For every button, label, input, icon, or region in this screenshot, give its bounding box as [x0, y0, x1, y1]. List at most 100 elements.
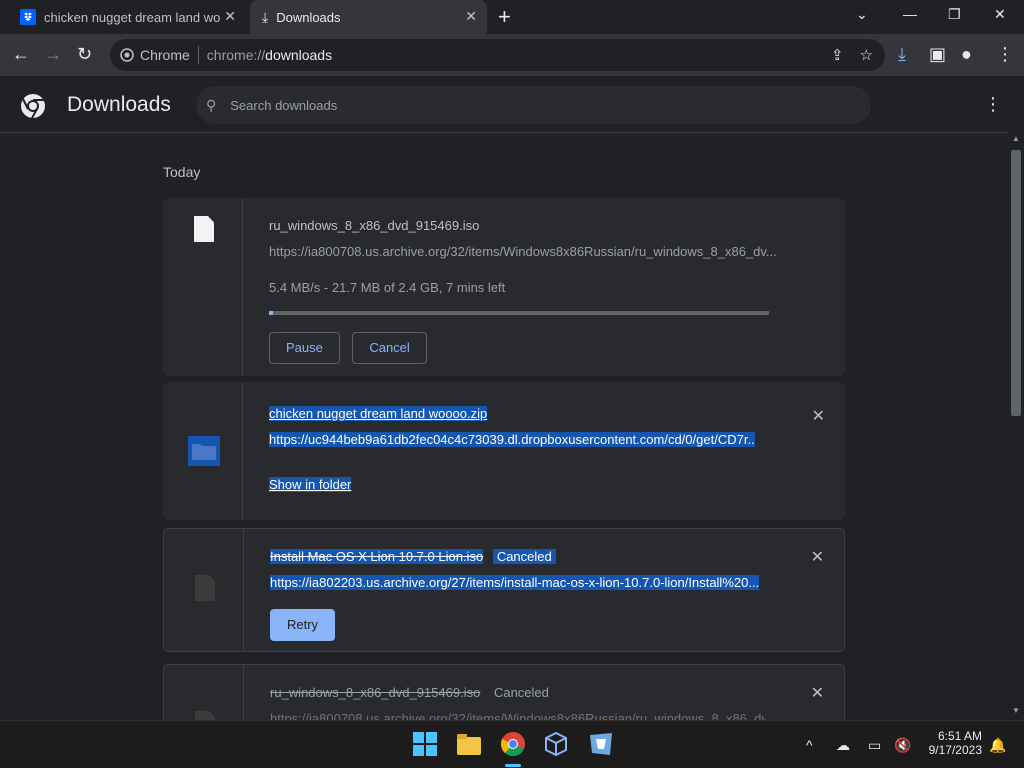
file-name-text[interactable]: ru_windows_8_x86_dvd_915469.iso — [270, 685, 480, 700]
file-icon-area — [164, 529, 244, 651]
scroll-thumb[interactable] — [1011, 150, 1021, 416]
download-item: chicken nugget dream land woooo.zip http… — [163, 382, 845, 520]
browser-menu-icon[interactable]: ⋮ — [996, 44, 1014, 65]
file-name-row: Install Mac OS X Lion 10.7.0 Lion.iso Ca… — [270, 549, 556, 564]
tab-title: Downloads — [276, 9, 341, 25]
file-icon-area — [163, 382, 243, 520]
cancel-button[interactable]: Cancel — [352, 332, 427, 364]
download-state: Canceled — [492, 549, 556, 564]
url-host: downloads — [265, 47, 333, 63]
download-actions: Retry — [270, 609, 343, 641]
download-state: Canceled — [493, 685, 549, 700]
progress-bar — [269, 311, 769, 315]
search-box: ⚲ — [196, 86, 871, 124]
scroll-up-icon[interactable]: ▲ — [1012, 134, 1020, 143]
back-icon[interactable]: ← — [12, 44, 30, 65]
file-url[interactable]: https://uc944beb9a61db2fec04c4c73039.dl.… — [269, 432, 755, 447]
omnibox-divider — [197, 46, 199, 64]
chrome-taskbar-icon[interactable] — [500, 731, 526, 757]
file-icon — [194, 216, 214, 242]
chrome-site-icon — [120, 48, 134, 62]
download-item: ru_windows_8_x86_dvd_915469.iso https://… — [163, 198, 845, 376]
virtualbox-icon[interactable] — [543, 731, 569, 757]
file-url-text: https://ia802203.us.archive.org/27/items… — [270, 575, 760, 590]
chrome-logo-icon — [21, 94, 45, 119]
download-actions: Pause Cancel — [269, 332, 435, 364]
search-input[interactable] — [230, 97, 831, 113]
show-in-folder-link[interactable]: Show in folder — [269, 477, 352, 492]
remove-icon[interactable]: ✕ — [811, 683, 824, 703]
reload-icon[interactable]: ↻ — [77, 44, 92, 65]
scroll-down-icon[interactable]: ▼ — [1012, 706, 1020, 715]
tab-downloads[interactable]: ⤓ Downloads ✕ — [250, 0, 487, 34]
network-icon[interactable]: ▭ — [868, 737, 881, 754]
url-prefix: chrome:// — [206, 47, 266, 63]
progress-fill — [269, 311, 274, 315]
tab-strip: chicken nugget dream land wooo ✕ ⤓ Downl… — [0, 0, 1024, 34]
restore-icon[interactable]: ❐ — [948, 6, 961, 23]
download-item: Install Mac OS X Lion 10.7.0 Lion.iso Ca… — [163, 528, 845, 652]
windows-taskbar: ^ ☁ ▭ 🔇 6:51 AM 9/17/2023 🔔 — [0, 720, 1024, 768]
tab-close-icon[interactable]: ✕ — [465, 8, 477, 25]
notification-bell-icon[interactable]: 🔔 — [989, 737, 1006, 754]
file-url-text: https://uc944beb9a61db2fec04c4c73039.dl.… — [269, 432, 755, 447]
tab-search-icon[interactable]: ⌄ — [856, 6, 868, 23]
file-name-text[interactable]: Install Mac OS X Lion 10.7.0 Lion.iso — [270, 549, 484, 564]
downloads-toolbar-icon[interactable]: ⤓ — [898, 44, 906, 65]
file-url[interactable]: https://ia802203.us.archive.org/27/items… — [270, 575, 766, 590]
file-icon — [195, 711, 215, 720]
file-name-text: chicken nugget dream land woooo.zip — [269, 406, 488, 421]
show-in-folder-text: Show in folder — [269, 477, 352, 492]
download-status: 5.4 MB/s - 21.7 MB of 2.4 GB, 7 mins lef… — [269, 280, 506, 295]
retry-button[interactable]: Retry — [270, 609, 336, 641]
url-text: chrome://downloads — [207, 47, 332, 63]
downloads-list: Today ru_windows_8_x86_dvd_915469.iso ht… — [0, 134, 1008, 720]
downloads-header: Downloads ⚲ ⋮ — [0, 76, 1008, 133]
clock-time: 6:51 AM — [937, 729, 982, 743]
address-bar[interactable]: Chrome chrome://downloads ⇪ ☆ — [110, 39, 885, 71]
remove-icon[interactable]: ✕ — [812, 406, 825, 426]
file-url[interactable]: https://ia800708.us.archive.org/32/items… — [269, 244, 779, 259]
file-explorer-icon[interactable] — [456, 731, 482, 757]
omnibox-actions: ⇪ ☆ — [831, 46, 873, 64]
tab-dropbox[interactable]: chicken nugget dream land wooo ✕ — [10, 0, 246, 34]
file-name-link[interactable]: chicken nugget dream land woooo.zip — [269, 406, 488, 421]
folder-zip-icon — [188, 436, 220, 466]
tab-title: chicken nugget dream land wooo — [44, 9, 220, 25]
pause-button[interactable]: Pause — [269, 332, 340, 364]
bookmark-star-icon[interactable]: ☆ — [860, 46, 873, 64]
forward-icon[interactable]: → — [44, 44, 62, 65]
file-url[interactable]: https://ia800708.us.archive.org/32/items… — [270, 711, 766, 720]
minimize-icon[interactable]: — — [903, 6, 917, 22]
more-actions-icon[interactable]: ⋮ — [984, 94, 1002, 115]
profile-icon[interactable]: ● — [961, 44, 972, 65]
browser-toolbar: ← → ↻ Chrome chrome://downloads ⇪ ☆ ⤓ ▣ … — [0, 34, 1024, 76]
tray-overflow-icon[interactable]: ^ — [806, 737, 813, 753]
tab-close-icon[interactable]: ✕ — [224, 8, 236, 25]
share-icon[interactable]: ⇪ — [831, 46, 844, 64]
file-name-link[interactable]: ru_windows_8_x86_dvd_915469.iso — [269, 218, 479, 233]
page-scrollbar[interactable]: ▲ ▼ — [1008, 134, 1024, 720]
file-name-row: ru_windows_8_x86_dvd_915469.iso Canceled — [270, 685, 549, 700]
clock-date: 9/17/2023 — [928, 743, 982, 757]
date-heading: Today — [163, 164, 201, 180]
download-icon: ⤓ — [262, 8, 269, 25]
close-window-icon[interactable]: ✕ — [994, 6, 1006, 23]
side-panel-icon[interactable]: ▣ — [929, 44, 946, 65]
volume-muted-icon[interactable]: 🔇 — [894, 737, 911, 754]
active-app-indicator — [505, 764, 521, 767]
search-icon: ⚲ — [206, 96, 217, 113]
new-tab-icon[interactable]: + — [498, 4, 511, 30]
file-icon — [195, 575, 215, 601]
dropbox-icon — [20, 9, 36, 25]
scheme-label: Chrome — [140, 47, 190, 63]
file-icon-area — [164, 665, 244, 720]
file-icon-area — [163, 198, 243, 376]
vm-window-icon[interactable] — [588, 731, 614, 757]
download-item: ru_windows_8_x86_dvd_915469.iso Canceled… — [163, 664, 845, 720]
windows-start-icon[interactable] — [412, 731, 438, 757]
page-title: Downloads — [67, 93, 171, 116]
system-clock[interactable]: 6:51 AM 9/17/2023 — [916, 729, 982, 757]
remove-icon[interactable]: ✕ — [811, 547, 824, 567]
onedrive-icon[interactable]: ☁ — [836, 737, 850, 754]
